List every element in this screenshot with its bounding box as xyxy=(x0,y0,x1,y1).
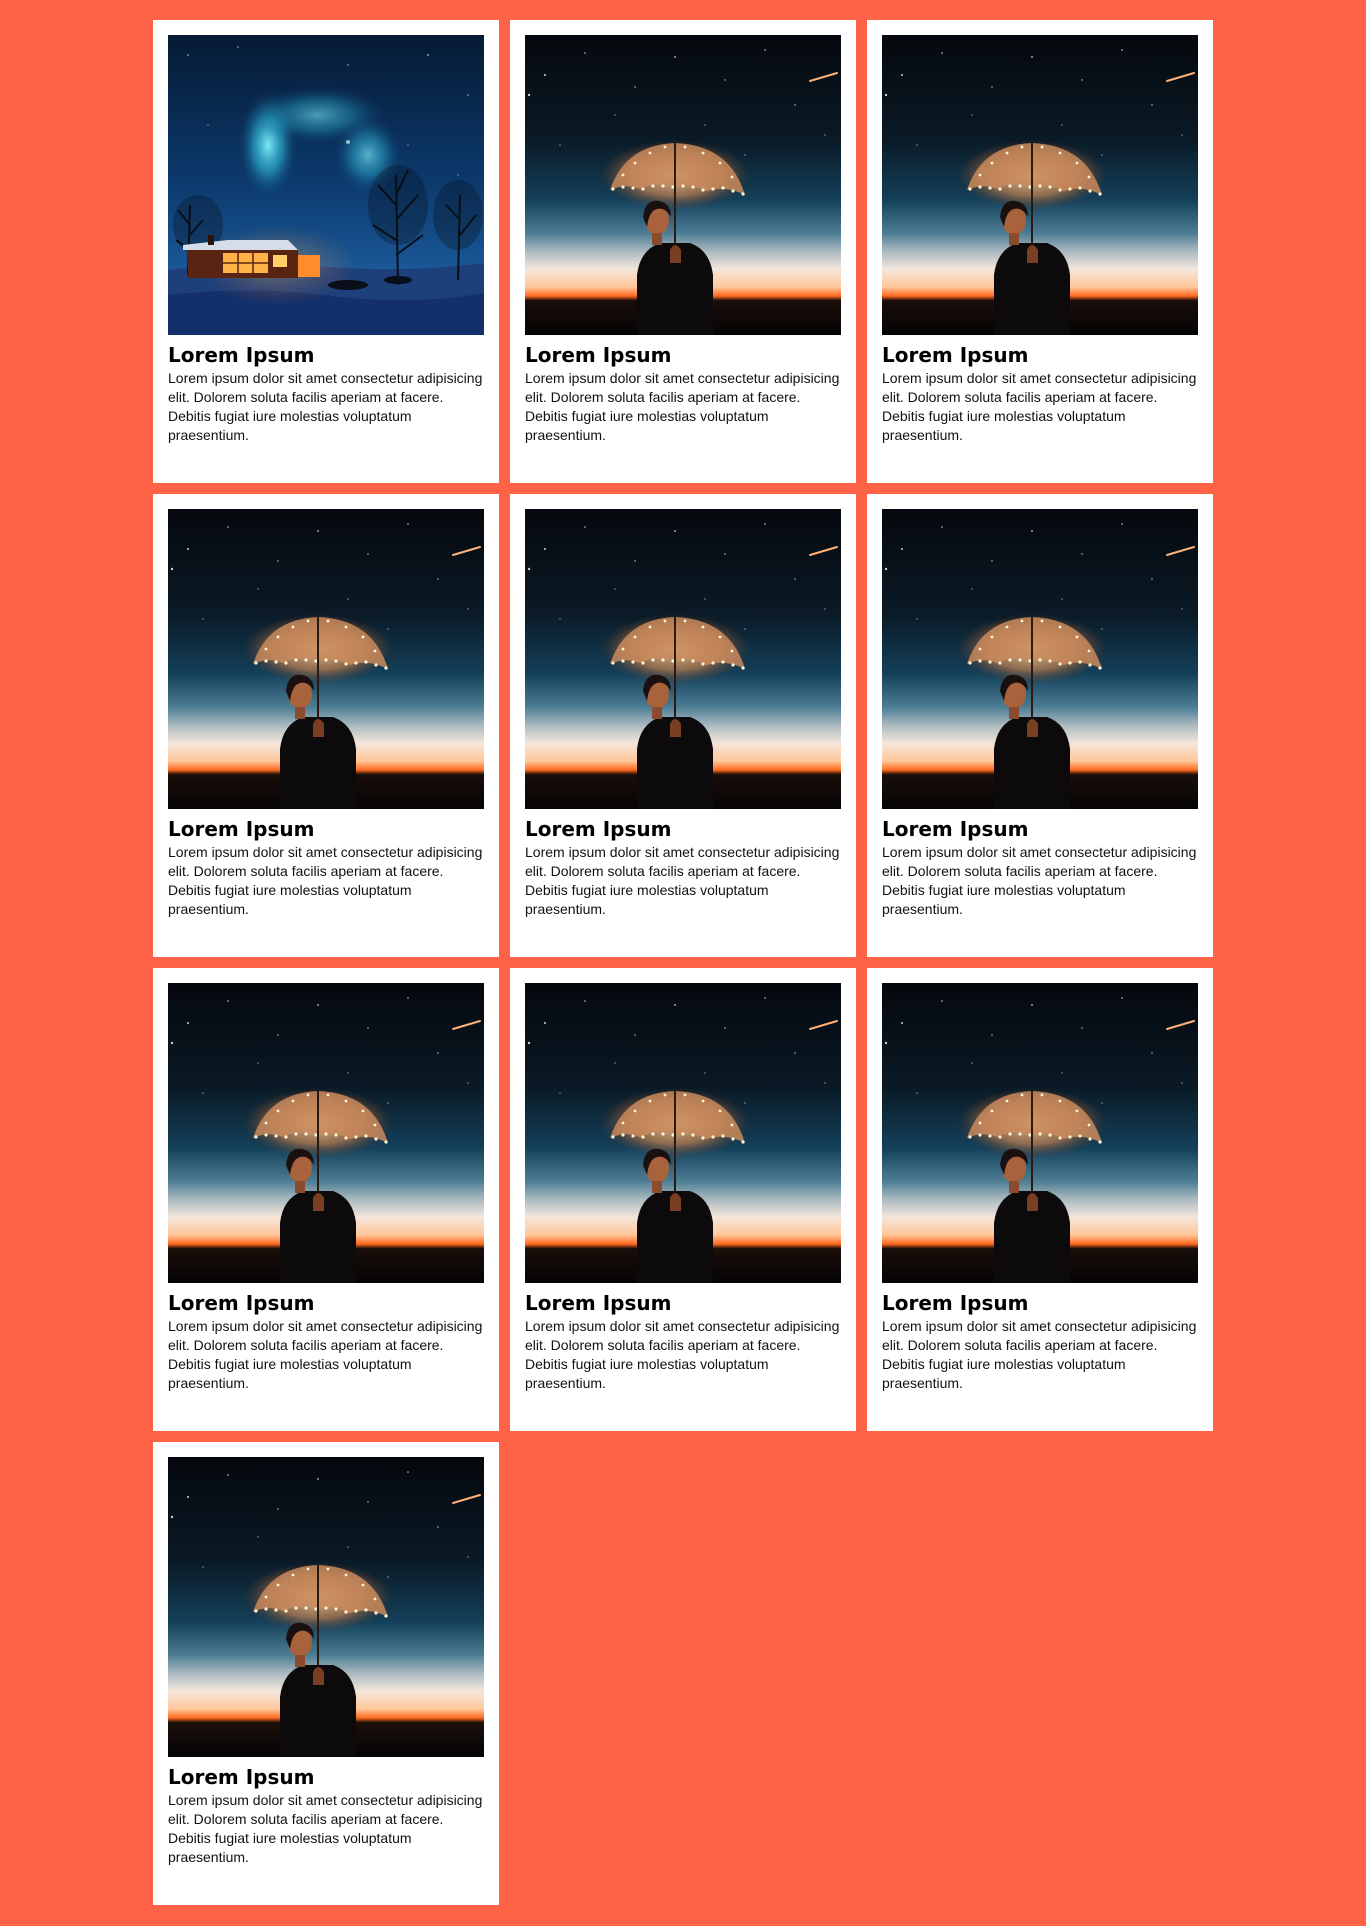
card-photo-graphic xyxy=(882,509,1198,809)
card-9: Lorem Ipsum Lorem ipsum dolor sit amet c… xyxy=(867,968,1213,1431)
umbrella-lights-photo xyxy=(525,983,841,1283)
card-photo-graphic xyxy=(882,983,1198,1283)
card-4: Lorem Ipsum Lorem ipsum dolor sit amet c… xyxy=(153,494,499,957)
card-photo-graphic xyxy=(168,1457,484,1757)
card-photo-graphic xyxy=(525,983,841,1283)
card-text: Lorem ipsum dolor sit amet consectetur a… xyxy=(882,370,1197,443)
card-title: Lorem Ipsum xyxy=(168,817,315,841)
umbrella-lights-photo xyxy=(525,35,841,335)
card-5: Lorem Ipsum Lorem ipsum dolor sit amet c… xyxy=(510,494,856,957)
card-text: Lorem ipsum dolor sit amet consectetur a… xyxy=(168,1318,483,1391)
card-6: Lorem Ipsum Lorem ipsum dolor sit amet c… xyxy=(867,494,1213,957)
card-title: Lorem Ipsum xyxy=(525,817,672,841)
card-title: Lorem Ipsum xyxy=(168,1291,315,1315)
aurora-house-photo xyxy=(168,35,484,335)
card-text: Lorem ipsum dolor sit amet consectetur a… xyxy=(525,1318,840,1391)
card-title: Lorem Ipsum xyxy=(882,1291,1029,1315)
card-title: Lorem Ipsum xyxy=(882,343,1029,367)
umbrella-lights-photo xyxy=(882,35,1198,335)
card-text: Lorem ipsum dolor sit amet consectetur a… xyxy=(525,844,840,917)
card-text: Lorem ipsum dolor sit amet consectetur a… xyxy=(525,370,840,443)
umbrella-lights-photo xyxy=(882,509,1198,809)
card-photo-graphic xyxy=(882,35,1198,335)
card-7: Lorem Ipsum Lorem ipsum dolor sit amet c… xyxy=(153,968,499,1431)
card-3: Lorem Ipsum Lorem ipsum dolor sit amet c… xyxy=(867,20,1213,483)
umbrella-lights-photo xyxy=(525,509,841,809)
card-photo-graphic xyxy=(525,35,841,335)
card-title: Lorem Ipsum xyxy=(168,343,315,367)
card-photo-graphic xyxy=(525,509,841,809)
umbrella-lights-photo xyxy=(168,1457,484,1757)
umbrella-lights-photo xyxy=(882,983,1198,1283)
card-title: Lorem Ipsum xyxy=(168,1765,315,1789)
card-1: Lorem Ipsum Lorem ipsum dolor sit amet c… xyxy=(153,20,499,483)
umbrella-lights-photo xyxy=(168,509,484,809)
card-text: Lorem ipsum dolor sit amet consectetur a… xyxy=(168,1792,483,1865)
card-text: Lorem ipsum dolor sit amet consectetur a… xyxy=(882,844,1197,917)
card-text: Lorem ipsum dolor sit amet consectetur a… xyxy=(882,1318,1197,1391)
card-text: Lorem ipsum dolor sit amet consectetur a… xyxy=(168,844,483,917)
card-2: Lorem Ipsum Lorem ipsum dolor sit amet c… xyxy=(510,20,856,483)
card-title: Lorem Ipsum xyxy=(525,1291,672,1315)
card-10: Lorem Ipsum Lorem ipsum dolor sit amet c… xyxy=(153,1442,499,1905)
card-text: Lorem ipsum dolor sit amet consectetur a… xyxy=(168,370,483,443)
card-grid: Lorem Ipsum Lorem ipsum dolor sit amet c… xyxy=(153,20,1213,1905)
card-8: Lorem Ipsum Lorem ipsum dolor sit amet c… xyxy=(510,968,856,1431)
card-title: Lorem Ipsum xyxy=(525,343,672,367)
card-title: Lorem Ipsum xyxy=(882,817,1029,841)
card-photo-graphic xyxy=(168,509,484,809)
umbrella-lights-photo xyxy=(168,983,484,1283)
card-photo-graphic xyxy=(168,983,484,1283)
card-photo-graphic xyxy=(168,35,484,335)
